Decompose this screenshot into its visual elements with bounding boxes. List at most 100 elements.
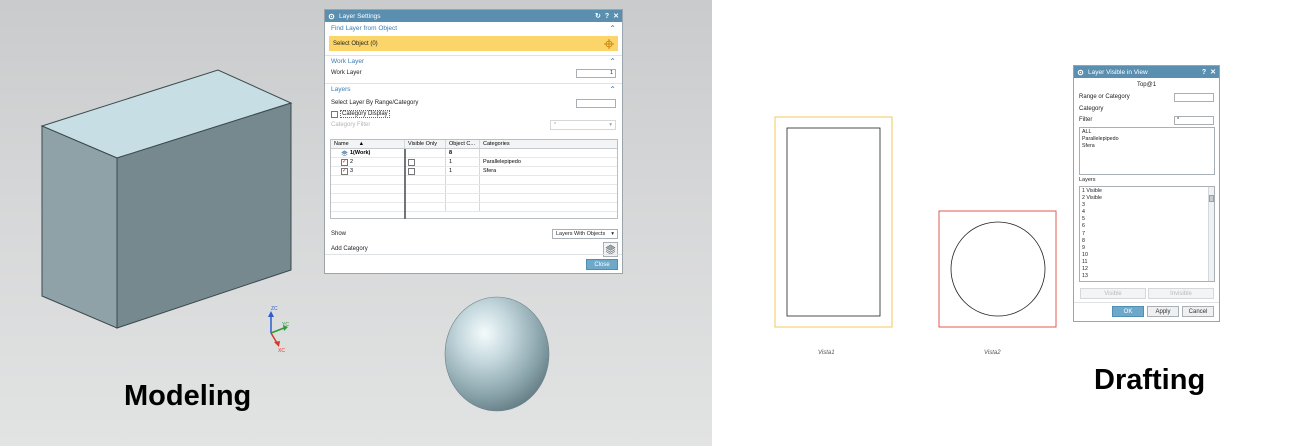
list-item[interactable]: 4 <box>1082 209 1212 216</box>
category-display-label: Category Display <box>340 110 390 118</box>
select-by-range-row: Select Layer By Range/Category <box>325 97 622 109</box>
layers-section-header[interactable]: Layers ⌃ <box>325 83 622 95</box>
help-icon[interactable]: ? <box>605 13 609 20</box>
show-row: Show Layers With Objects ▾ Add Category <box>331 228 618 257</box>
box-top-view-outline <box>786 127 881 317</box>
list-item[interactable]: 13 <box>1082 273 1212 280</box>
list-item[interactable]: 12 <box>1082 266 1212 273</box>
layers-scrollbar[interactable] <box>1208 187 1214 281</box>
sphere-top-view-outline <box>950 221 1046 317</box>
scrollbar-thumb[interactable] <box>1209 195 1214 202</box>
layer-name: 3 <box>350 168 354 174</box>
layer-visible-checkbox[interactable]: ✓ <box>341 167 348 175</box>
category-filter-label: Category Filter <box>331 121 371 128</box>
list-item[interactable]: 3 <box>1082 202 1212 209</box>
layers-stack-icon <box>605 244 616 254</box>
vista1-view[interactable] <box>774 116 893 328</box>
filter-input[interactable]: * <box>1174 115 1214 125</box>
category-filter-row: Category Filter * ▾ <box>325 119 622 130</box>
visible-only-checkbox[interactable] <box>408 167 415 175</box>
select-object-label: Select Object (0) <box>333 40 378 47</box>
cancel-button[interactable]: Cancel <box>1182 306 1214 317</box>
layer-name: 1(Work) <box>350 150 371 156</box>
show-dropdown[interactable]: Layers With Objects ▾ <box>552 228 618 239</box>
invisible-button[interactable]: Invisible <box>1148 288 1214 299</box>
category-label: Category <box>1079 105 1104 112</box>
list-item[interactable]: 6 <box>1082 223 1212 230</box>
layer-category: Parallelepipedo <box>479 158 617 166</box>
vista1-label: Vista1 <box>818 350 835 356</box>
triad-x-label: XC <box>278 348 285 354</box>
find-layer-section-header[interactable]: Find Layer from Object ⌃ <box>325 22 622 34</box>
table-row[interactable]: 1(Work) 8 <box>331 149 617 158</box>
close-icon[interactable]: ✕ <box>613 12 619 20</box>
table-row[interactable]: ✓ 3 1 Sfera <box>331 167 617 176</box>
collapse-chevron-icon[interactable]: ⌃ <box>609 24 616 33</box>
work-layer-icon <box>341 149 348 156</box>
dialog-title-bar[interactable]: Layer Visible in View ? ✕ <box>1074 66 1219 78</box>
ok-button[interactable]: OK <box>1112 306 1144 317</box>
chevron-down-icon: ▾ <box>609 121 612 128</box>
triad-y-label: YC <box>282 322 289 328</box>
column-header-name[interactable]: Name ▲ <box>331 141 404 147</box>
select-by-range-input[interactable] <box>576 98 616 108</box>
show-value: Layers With Objects <box>556 230 606 237</box>
category-display-row[interactable]: Category Display <box>325 109 622 119</box>
crosshair-icon[interactable] <box>604 38 614 49</box>
layer-object-count: 1 <box>445 158 479 166</box>
close-button[interactable]: Close <box>586 259 618 270</box>
range-input[interactable] <box>1174 92 1214 102</box>
column-resize-handle[interactable] <box>404 149 406 219</box>
vista2-label: Vista2 <box>984 350 1001 356</box>
column-header-categories[interactable]: Categories <box>479 140 617 148</box>
table-header-row: Name ▲ Visible Only Object C... Categorie… <box>331 140 617 149</box>
list-item[interactable]: 1 Visible <box>1082 188 1212 195</box>
work-layer-input[interactable]: 1 <box>576 68 616 78</box>
list-item[interactable]: 10 <box>1082 252 1212 259</box>
category-display-checkbox[interactable] <box>331 110 338 118</box>
visible-only-checkbox[interactable] <box>408 158 415 166</box>
coordinate-triad: ZC YC XC <box>268 306 289 354</box>
list-item[interactable]: ALL <box>1082 129 1212 136</box>
triad-z-label: ZC <box>271 306 278 312</box>
layers-list[interactable]: 1 Visible 2 Visible 3 4 5 6 7 8 9 10 11 … <box>1079 186 1215 282</box>
layer-object-count: 1 <box>445 167 479 175</box>
filter-row: Filter * <box>1074 114 1219 126</box>
work-layer-section-header[interactable]: Work Layer ⌃ <box>325 55 622 67</box>
help-icon[interactable]: ? <box>1202 69 1206 76</box>
collapse-chevron-icon[interactable]: ⌃ <box>609 57 616 66</box>
select-object-field[interactable]: Select Object (0) <box>329 36 618 51</box>
category-filter-dropdown[interactable]: * ▾ <box>550 119 616 130</box>
column-header-object-count[interactable]: Object C... <box>445 140 479 148</box>
list-item[interactable]: 5 <box>1082 216 1212 223</box>
list-item[interactable]: 8 <box>1082 238 1212 245</box>
close-icon[interactable]: ✕ <box>1210 68 1216 76</box>
box-solid[interactable] <box>40 69 293 329</box>
collapse-chevron-icon[interactable]: ⌃ <box>609 85 616 94</box>
list-item[interactable]: 11 <box>1082 259 1212 266</box>
range-row: Range or Category <box>1074 91 1219 103</box>
layers-header-label: Layers <box>331 86 351 93</box>
range-label: Range or Category <box>1079 94 1130 100</box>
category-list[interactable]: ALL Parallelepipedo Sfera <box>1079 127 1215 175</box>
list-item[interactable]: Sfera <box>1082 143 1212 150</box>
dialog-title-bar[interactable]: Layer Settings ↻ ? ✕ <box>325 10 622 22</box>
layer-visible-in-view-dialog[interactable]: Layer Visible in View ? ✕ Top@1 Range or… <box>1073 65 1220 322</box>
list-item[interactable]: 2 Visible <box>1082 195 1212 202</box>
vista2-view[interactable] <box>938 210 1057 328</box>
chevron-down-icon: ▾ <box>611 230 614 237</box>
layers-table[interactable]: Name ▲ Visible Only Object C... Categorie… <box>330 139 618 219</box>
visible-button[interactable]: Visible <box>1080 288 1146 299</box>
layer-visible-checkbox[interactable]: ✓ <box>341 158 348 166</box>
sphere-solid[interactable] <box>444 296 550 412</box>
layer-category <box>479 149 617 157</box>
table-row[interactable]: ✓ 2 1 Parallelepipedo <box>331 158 617 167</box>
apply-button[interactable]: Apply <box>1147 306 1179 317</box>
layer-name: 2 <box>350 159 354 165</box>
list-item[interactable]: 9 <box>1082 245 1212 252</box>
column-header-visible-only[interactable]: Visible Only <box>404 140 445 148</box>
reset-icon[interactable]: ↻ <box>595 12 601 20</box>
list-item[interactable]: Parallelepipedo <box>1082 136 1212 143</box>
view-name: Top@1 <box>1136 82 1157 88</box>
list-item[interactable]: 7 <box>1082 231 1212 238</box>
